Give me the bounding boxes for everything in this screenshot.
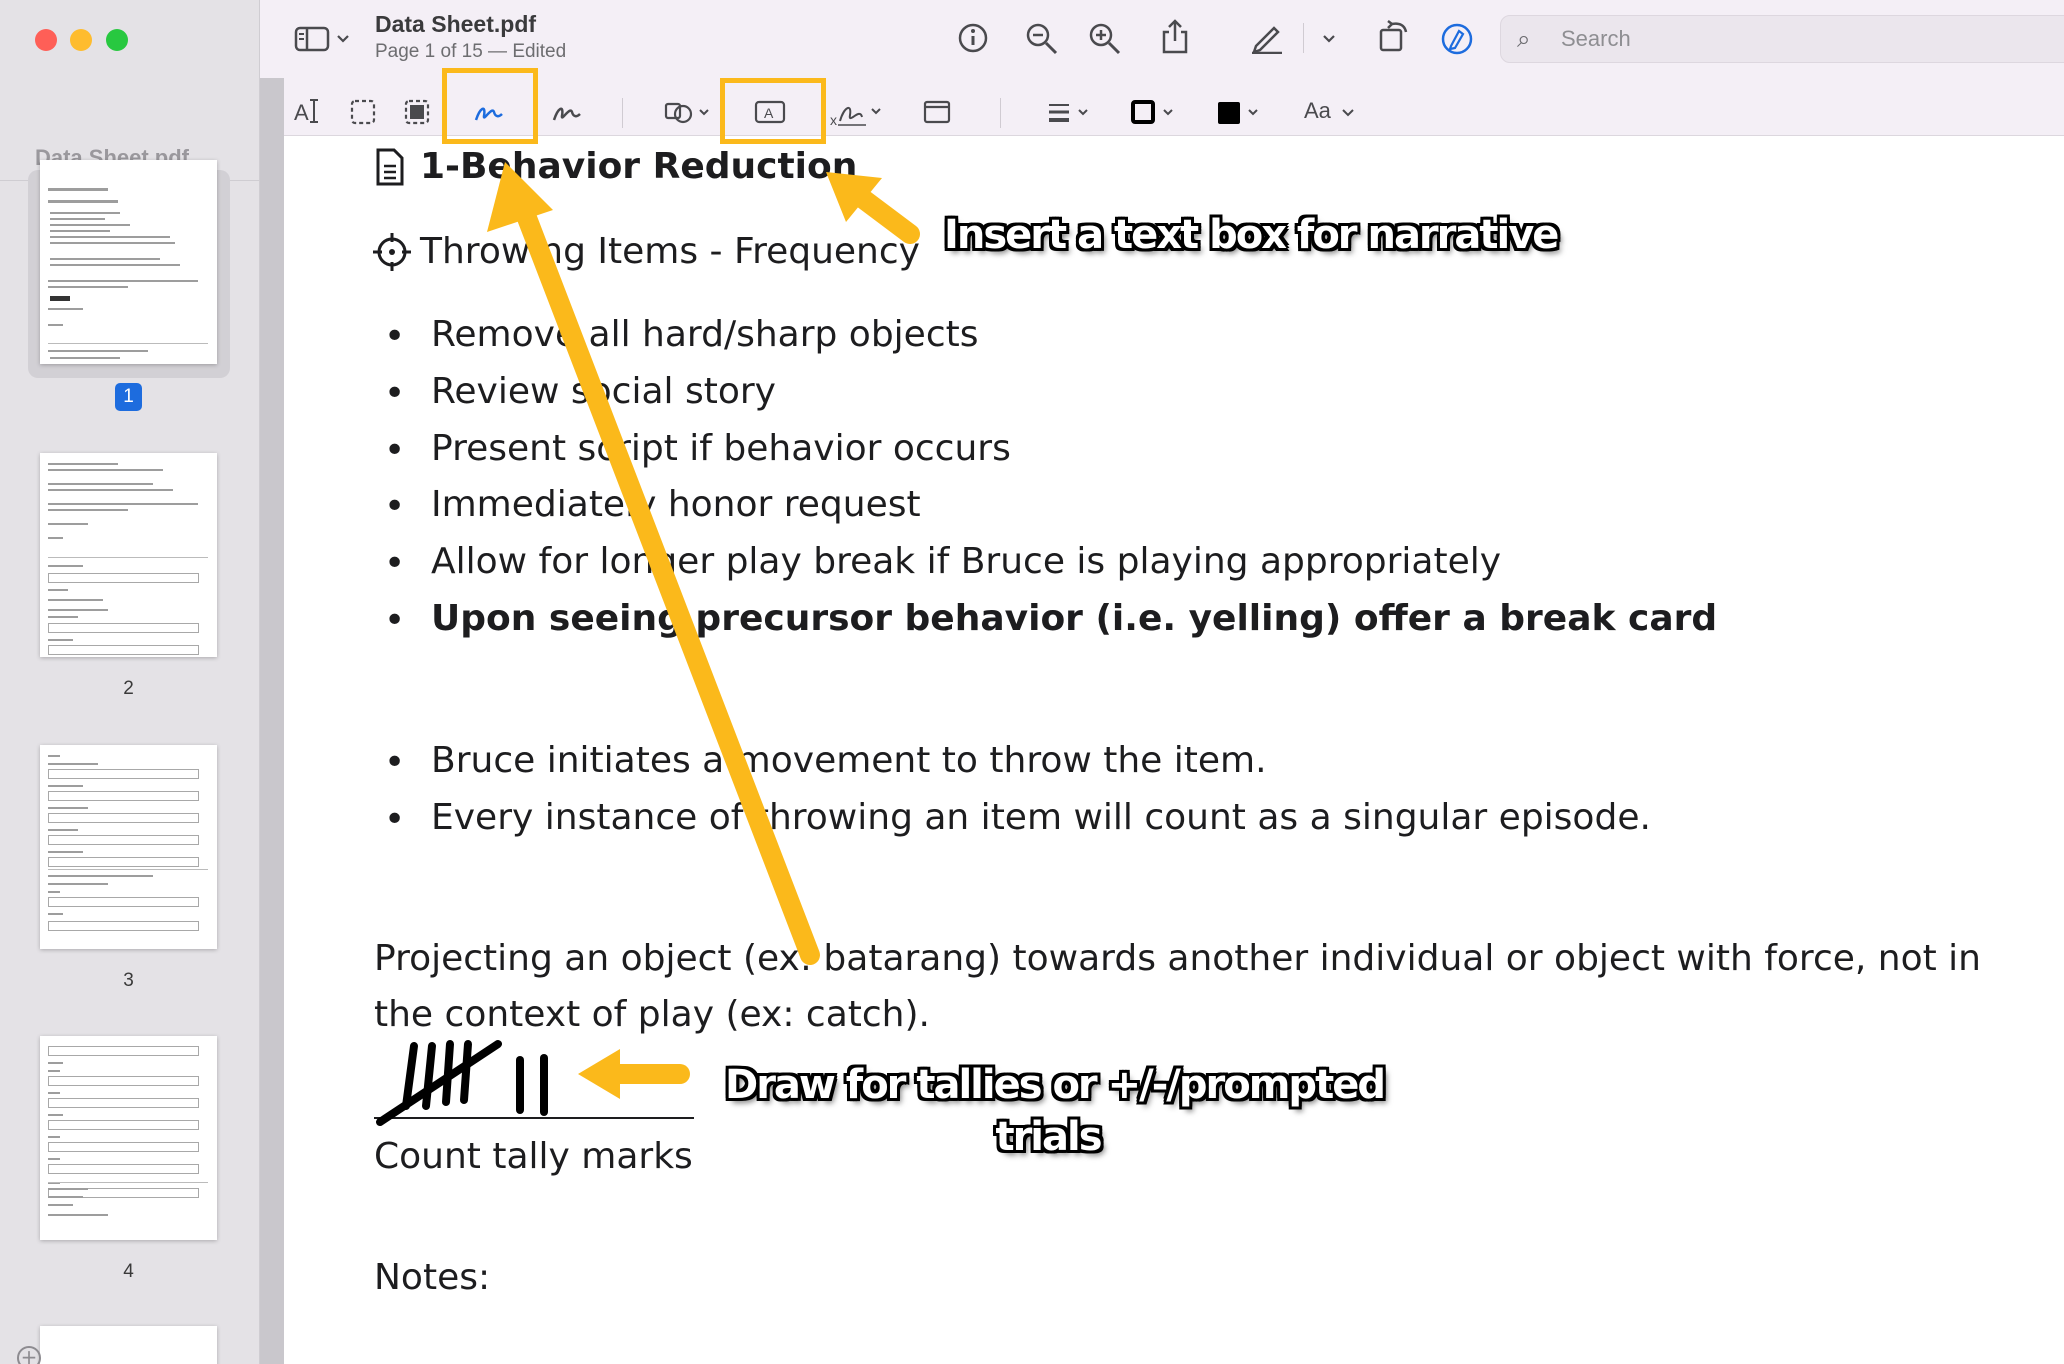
shapes-icon[interactable] xyxy=(664,98,712,126)
markup-pen-icon[interactable] xyxy=(1250,20,1284,54)
definition-paragraph-line-2: the context of play (ex: catch). xyxy=(374,994,930,1035)
sidebar-toggle-icon[interactable] xyxy=(294,25,330,53)
bullet-dot: • xyxy=(384,486,406,527)
definition-item: Bruce initiates a movement to throw the … xyxy=(431,740,1267,781)
add-page-icon[interactable]: + xyxy=(17,1346,41,1364)
search-input[interactable] xyxy=(1561,24,1961,54)
chevron-down-icon xyxy=(1342,109,1354,117)
preview-window: Data Sheet.pdf 1 2 3 4 + Data Sheet.pdf … xyxy=(0,0,2064,1364)
close-button[interactable] xyxy=(35,29,57,51)
zoom-out-icon[interactable] xyxy=(1025,22,1059,56)
draw-callout-line-1: Draw for tallies or +/-/prompted xyxy=(725,1062,1386,1108)
section-title: 1-Behavior Reduction xyxy=(420,146,858,187)
zoom-in-icon[interactable] xyxy=(1088,22,1122,56)
definition-item: Every instance of throwing an item will … xyxy=(431,797,1651,838)
markup-circle-icon[interactable] xyxy=(1440,22,1474,56)
minimize-button[interactable] xyxy=(70,29,92,51)
text-style-label: Aa xyxy=(1304,98,1331,123)
page-thumbnail-1[interactable] xyxy=(40,160,217,364)
svg-text:x: x xyxy=(830,112,837,128)
rectangular-selection-icon[interactable] xyxy=(350,99,376,125)
page-number-4: 4 xyxy=(123,1261,134,1282)
sidebar: Data Sheet.pdf 1 2 3 4 + xyxy=(0,0,260,1364)
strategy-item: Remove all hard/sharp objects xyxy=(431,314,979,355)
bullet-dot: • xyxy=(384,600,406,641)
notes-label: Notes: xyxy=(374,1257,491,1298)
target-title: Throwing Items - Frequency xyxy=(420,231,920,272)
maximize-button[interactable] xyxy=(106,29,128,51)
definition-paragraph-line-1: Projecting an object (ex: batarang) towa… xyxy=(374,938,1981,979)
tally-marks-drawing xyxy=(374,1040,694,1126)
search-field[interactable]: ⌕ xyxy=(1500,15,2064,63)
redact-icon[interactable] xyxy=(404,99,430,125)
document-icon xyxy=(376,148,404,186)
sketch-tool-highlight xyxy=(442,68,538,144)
bullet-dot: • xyxy=(384,373,406,414)
strategy-item: Allow for longer play break if Bruce is … xyxy=(431,541,1502,582)
border-color-icon[interactable] xyxy=(1130,99,1180,125)
page-number-2: 2 xyxy=(123,678,134,699)
bullet-dot: • xyxy=(384,799,406,840)
bullet-dot: • xyxy=(384,543,406,584)
tally-label: Count tally marks xyxy=(374,1136,693,1177)
note-icon[interactable] xyxy=(923,99,951,125)
share-icon[interactable] xyxy=(1160,18,1190,56)
bullet-dot: • xyxy=(384,742,406,783)
page-thumbnail-3[interactable] xyxy=(40,745,217,949)
text-box-tool-highlight xyxy=(720,78,826,144)
svg-text:A: A xyxy=(294,100,309,125)
sidebar-splitter[interactable] xyxy=(260,0,284,1364)
bullet-dot: • xyxy=(384,430,406,471)
info-icon[interactable] xyxy=(957,22,989,54)
strategy-item: Immediately honor request xyxy=(431,484,921,525)
target-icon xyxy=(373,233,411,271)
rotate-icon[interactable] xyxy=(1378,18,1412,54)
text-style-button[interactable]: Aa xyxy=(1304,98,1355,124)
draw-callout-line-2: trials xyxy=(995,1114,1102,1160)
search-icon: ⌕ xyxy=(1517,25,1531,53)
strategy-item: Review social story xyxy=(431,371,776,412)
chevron-down-icon[interactable] xyxy=(336,34,350,44)
bullet-dot: • xyxy=(384,316,406,357)
draw-icon[interactable] xyxy=(550,98,584,126)
document-subtitle: Page 1 of 15 — Edited xyxy=(375,41,567,62)
shape-style-icon[interactable] xyxy=(1045,99,1095,125)
document-title: Data Sheet.pdf xyxy=(375,11,537,37)
textbox-callout: Insert a text box for narrative xyxy=(944,212,1559,258)
page-number-3: 3 xyxy=(123,970,134,991)
page-thumbnail-5[interactable] xyxy=(40,1326,217,1364)
page-number-1: 1 xyxy=(40,383,217,411)
chevron-down-icon[interactable] xyxy=(1322,34,1336,44)
strategy-item: Present script if behavior occurs xyxy=(431,428,1011,469)
text-selection-icon[interactable]: A xyxy=(292,96,322,126)
page-thumbnail-2[interactable] xyxy=(40,453,217,657)
document-page[interactable]: 1-Behavior Reduction Throwing Items - Fr… xyxy=(284,136,2064,1364)
sign-icon[interactable]: x xyxy=(830,97,886,129)
strategy-item: Upon seeing precursor behavior (i.e. yel… xyxy=(431,598,1718,639)
page-thumbnail-4[interactable] xyxy=(40,1036,217,1240)
fill-color-icon[interactable] xyxy=(1215,99,1265,125)
